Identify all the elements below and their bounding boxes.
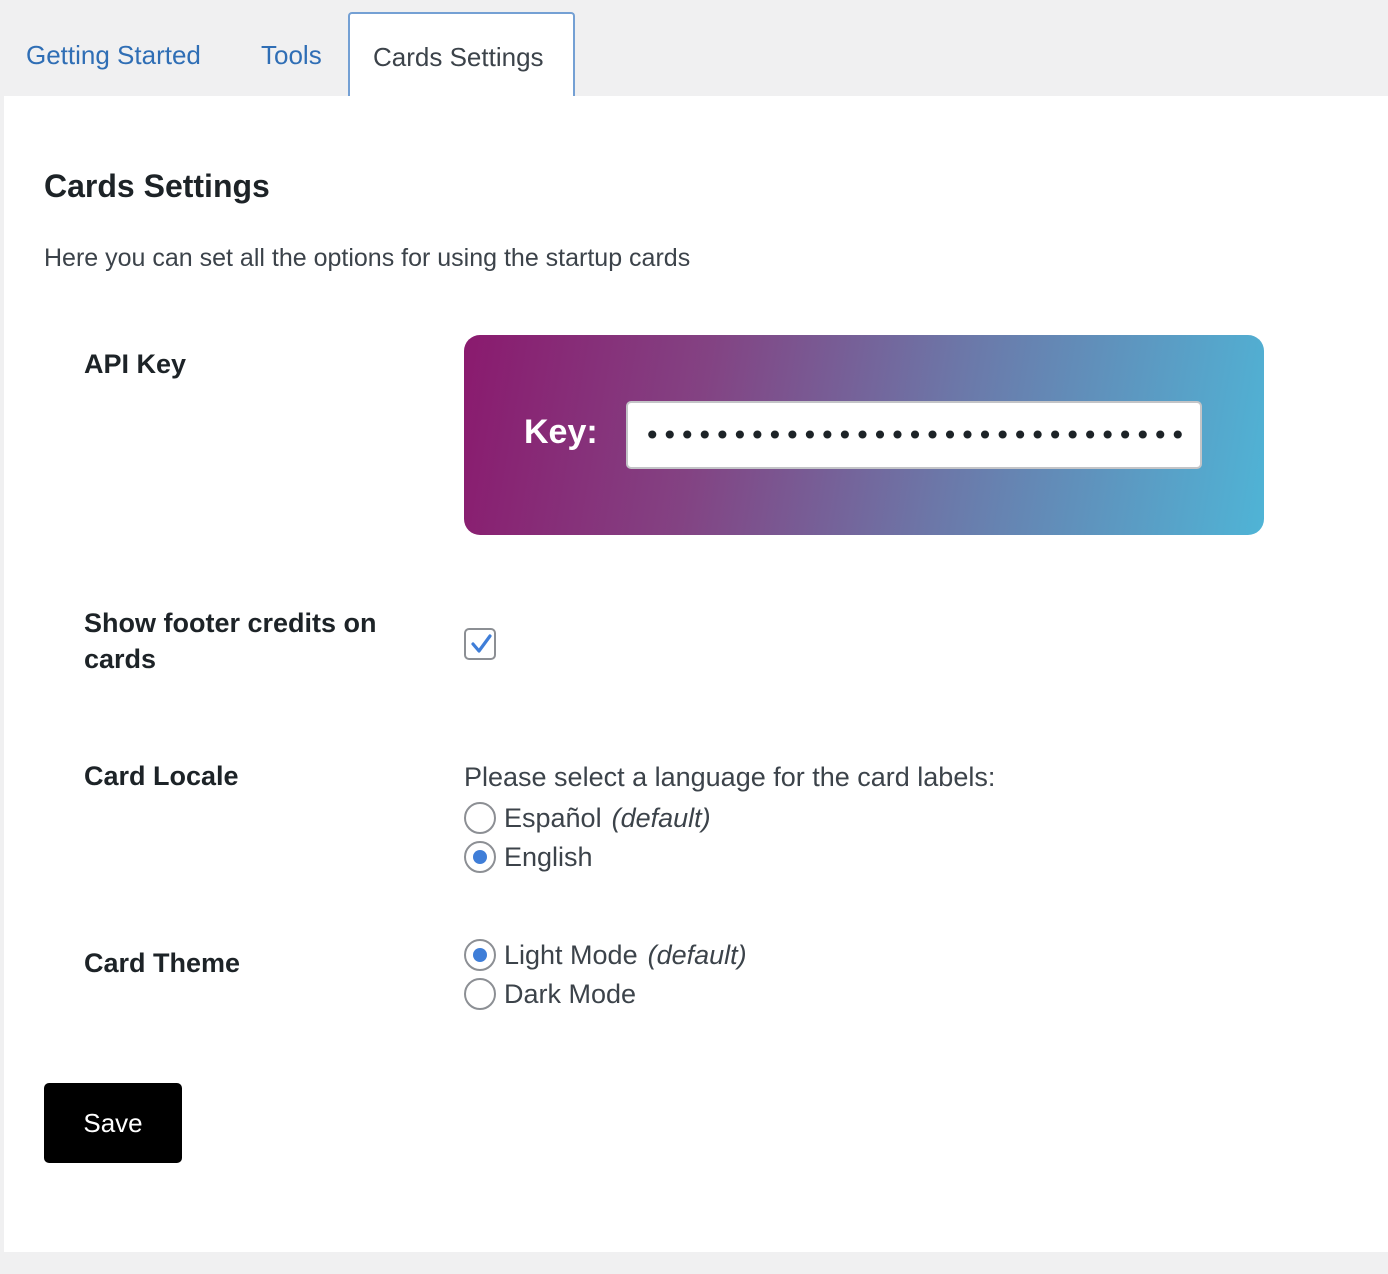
settings-panel: Cards Settings Here you can set all the …	[4, 96, 1388, 1252]
tab-cards-settings-label: Cards Settings	[373, 42, 544, 72]
locale-help-text: Please select a language for the card la…	[464, 762, 996, 792]
radio-light-mode[interactable]	[464, 939, 496, 971]
radio-dark-mode[interactable]	[464, 978, 496, 1010]
radio-espanol[interactable]	[464, 802, 496, 834]
radio-english[interactable]	[464, 841, 496, 873]
theme-option-light[interactable]: Light Mode (default)	[464, 938, 747, 972]
footer-credits-label: Show footer credits on cards	[84, 608, 377, 674]
locale-option-english-label: English	[504, 841, 593, 872]
tab-getting-started-label: Getting Started	[26, 40, 201, 70]
save-button[interactable]: Save	[44, 1083, 182, 1163]
footer-credits-checkbox[interactable]	[464, 628, 496, 660]
card-theme-label: Card Theme	[84, 948, 241, 978]
checkmark-icon	[471, 634, 492, 653]
theme-option-light-note: (default)	[647, 939, 747, 970]
page-title: Cards Settings	[44, 168, 270, 204]
locale-option-espanol-note: (default)	[611, 802, 711, 833]
radio-selected-dot	[473, 948, 487, 962]
api-key-input[interactable]	[626, 401, 1202, 469]
key-card-label: Key:	[524, 413, 598, 451]
locale-option-espanol-label: Español	[504, 802, 602, 833]
settings-tabs: Getting Started Tools Cards Settings	[0, 0, 1388, 98]
tab-cards-settings[interactable]: Cards Settings	[348, 12, 575, 98]
api-key-card: Key:	[464, 335, 1264, 535]
tab-tools-label: Tools	[261, 40, 322, 70]
tab-tools[interactable]: Tools	[261, 12, 322, 97]
card-locale-label: Card Locale	[84, 761, 239, 791]
tab-getting-started[interactable]: Getting Started	[26, 12, 201, 97]
radio-selected-dot	[473, 850, 487, 864]
theme-option-light-label: Light Mode	[504, 939, 638, 970]
locale-option-espanol[interactable]: Español (default)	[464, 801, 711, 835]
api-key-label: API Key	[84, 349, 187, 379]
theme-option-dark-label: Dark Mode	[504, 978, 637, 1009]
locale-option-english[interactable]: English	[464, 840, 593, 874]
theme-option-dark[interactable]: Dark Mode	[464, 977, 636, 1011]
page-intro: Here you can set all the options for usi…	[44, 244, 691, 272]
